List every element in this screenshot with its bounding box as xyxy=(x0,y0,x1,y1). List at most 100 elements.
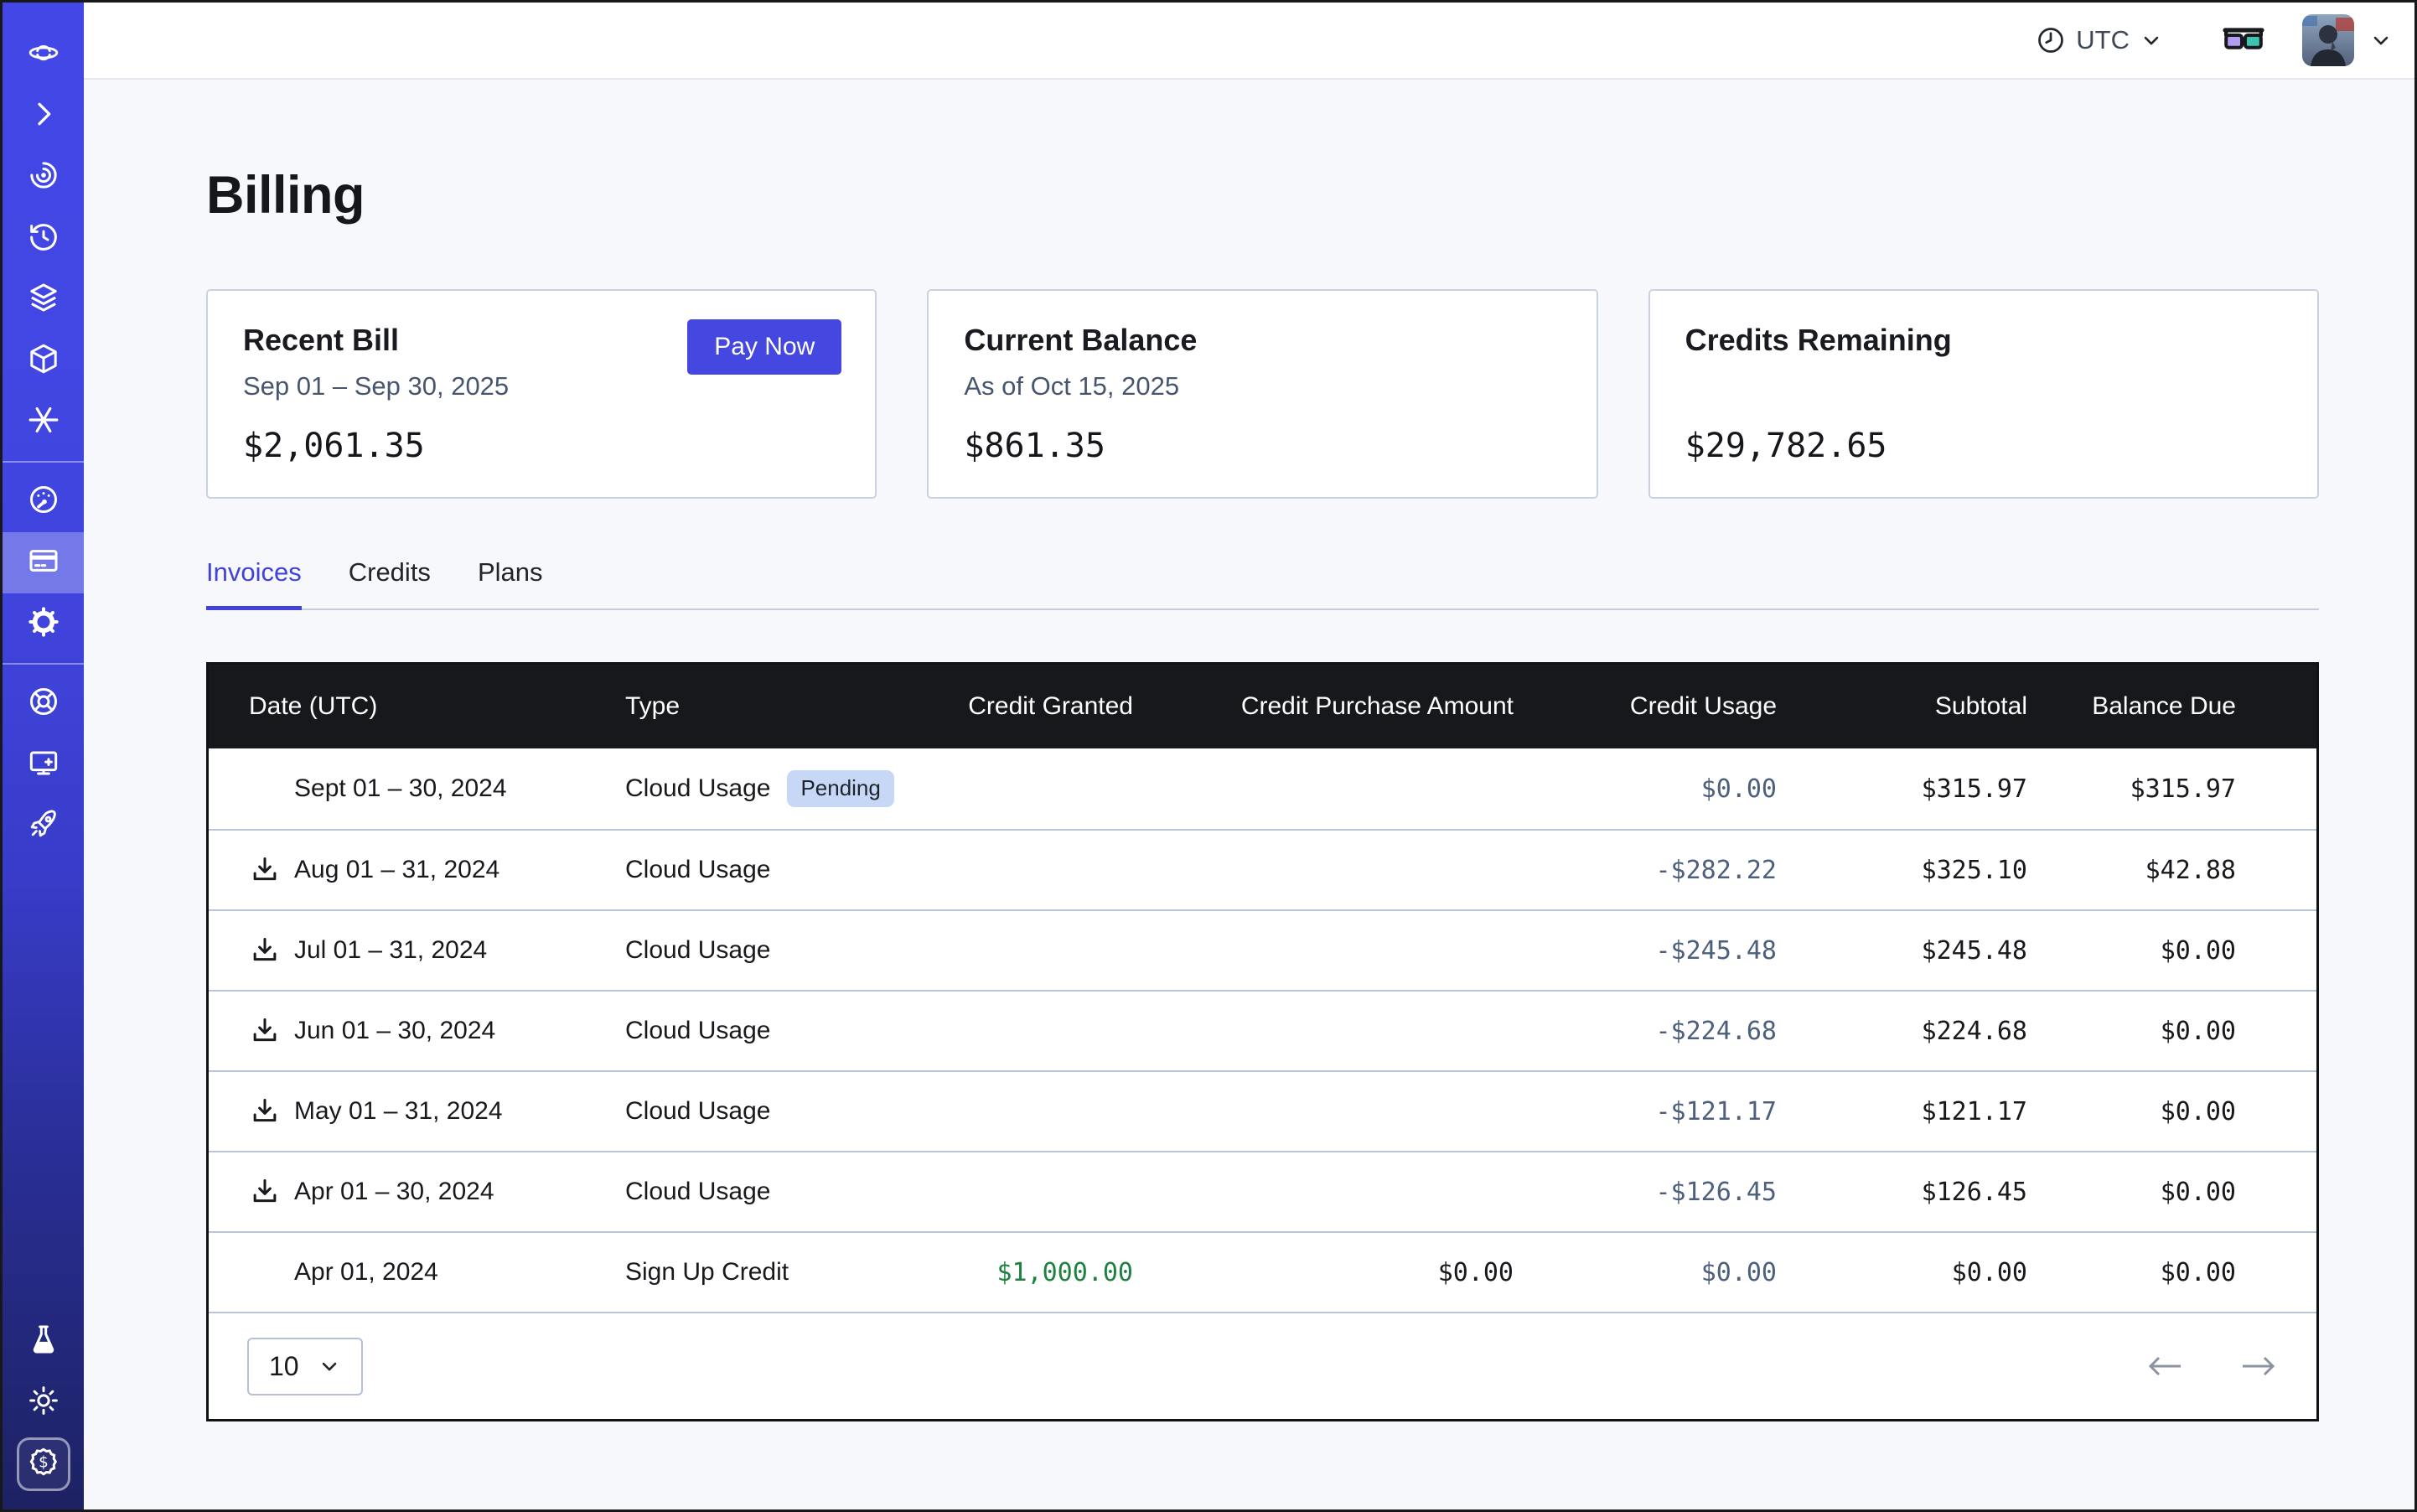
user-photo xyxy=(2302,14,2354,66)
cell-subtotal: $0.00 xyxy=(1777,1258,2027,1287)
col-credit-purchase: Credit Purchase Amount xyxy=(1133,692,1514,721)
cell-date: Apr 01, 2024 xyxy=(294,1258,438,1287)
gear-icon xyxy=(27,605,60,643)
sidebar-item-billing[interactable] xyxy=(3,532,84,593)
billing-tabs: Invoices Credits Plans xyxy=(206,557,2319,610)
cell-type: Cloud Usage xyxy=(625,1017,770,1045)
sidebar-divider xyxy=(3,663,84,665)
sidebar-item-package[interactable] xyxy=(3,330,84,391)
credits-button[interactable]: $ xyxy=(17,1437,70,1491)
cell-balance-due: $0.00 xyxy=(2027,1258,2316,1287)
sidebar-item-console[interactable] xyxy=(3,734,84,795)
dollar-coin-icon: $ xyxy=(27,1445,60,1483)
download-invoice-button[interactable] xyxy=(249,935,281,966)
cell-credit-usage: -$282.22 xyxy=(1514,856,1777,885)
sidebar-item-asterisk[interactable] xyxy=(3,391,84,453)
table-header-row: Date (UTC) Type Credit Granted Credit Pu… xyxy=(209,665,2316,748)
content: Billing Recent Bill Sep 01 – Sep 30, 202… xyxy=(84,80,2414,1509)
table-row: Apr 01 – 30, 2024 Cloud Usage -$126.45 $… xyxy=(209,1151,2316,1231)
tab-credits[interactable]: Credits xyxy=(349,557,431,610)
cell-date: May 01 – 31, 2024 xyxy=(294,1097,503,1126)
arrow-left-icon xyxy=(2145,1352,2184,1380)
cell-subtotal: $121.17 xyxy=(1777,1097,2027,1126)
cell-balance-due: $42.88 xyxy=(2027,856,2316,885)
svg-text:$: $ xyxy=(39,1454,49,1472)
cell-date: Jul 01 – 31, 2024 xyxy=(294,936,487,965)
timezone-dropdown[interactable]: UTC xyxy=(2036,25,2163,55)
3d-glasses-icon xyxy=(2222,23,2265,57)
download-invoice-button[interactable] xyxy=(249,1095,281,1127)
card-subtitle: As of Oct 15, 2025 xyxy=(964,371,1560,401)
cell-date: Sept 01 – 30, 2024 xyxy=(294,774,507,803)
cell-date: Jun 01 – 30, 2024 xyxy=(294,1017,495,1045)
lifebuoy-icon xyxy=(27,685,60,722)
sidebar-item-usage[interactable] xyxy=(3,471,84,532)
sidebar-item-launch[interactable] xyxy=(3,795,84,857)
cell-balance-due: $0.00 xyxy=(2027,936,2316,966)
sidebar-item-layers[interactable] xyxy=(3,269,84,330)
radar-icon xyxy=(27,158,60,196)
card-title: Credits Remaining xyxy=(1685,323,2282,358)
sidebar-item-theme[interactable] xyxy=(3,1372,84,1433)
table-row: Sept 01 – 30, 2024 Cloud UsagePending $0… xyxy=(209,748,2316,829)
cell-type: Cloud Usage xyxy=(625,936,770,965)
sidebar-item-support[interactable] xyxy=(3,673,84,734)
download-invoice-button[interactable] xyxy=(249,1176,281,1208)
user-menu-button[interactable] xyxy=(2369,28,2393,52)
col-balance-due: Balance Due xyxy=(2027,692,2316,721)
tab-plans[interactable]: Plans xyxy=(478,557,543,610)
cell-balance-due: $0.00 xyxy=(2027,1178,2316,1207)
next-page-button[interactable] xyxy=(2239,1352,2278,1380)
recent-bill-card: Recent Bill Sep 01 – Sep 30, 2025 $2,061… xyxy=(206,289,877,499)
sidebar-item-labs[interactable] xyxy=(3,1311,84,1372)
sidebar-item-expand[interactable] xyxy=(3,85,84,147)
cell-date: Aug 01 – 31, 2024 xyxy=(294,856,499,884)
previous-page-button[interactable] xyxy=(2145,1352,2184,1380)
sidebar-item-logo[interactable] xyxy=(3,24,84,85)
cell-subtotal: $315.97 xyxy=(1777,774,2027,804)
page-size-select[interactable]: 10 xyxy=(247,1338,363,1395)
download-invoice-button[interactable] xyxy=(249,854,281,886)
cell-credit-usage: -$224.68 xyxy=(1514,1017,1777,1046)
3d-glasses-button[interactable] xyxy=(2222,23,2265,57)
timezone-label: UTC xyxy=(2076,25,2130,55)
table-pagination: 10 xyxy=(209,1312,2316,1419)
cell-balance-due: $315.97 xyxy=(2027,774,2316,804)
cell-balance-due: $0.00 xyxy=(2027,1017,2316,1046)
download-invoice-button[interactable] xyxy=(249,1015,281,1047)
clock-icon xyxy=(2036,25,2066,55)
cell-credit-usage: -$126.45 xyxy=(1514,1178,1777,1207)
col-date: Date (UTC) xyxy=(209,692,625,721)
cell-credit-usage: $0.00 xyxy=(1514,1258,1777,1287)
card-title: Current Balance xyxy=(964,323,1560,358)
logo-planet-icon xyxy=(27,36,60,74)
credits-remaining-card: Credits Remaining $29,782.65 xyxy=(1648,289,2319,499)
invoices-table: Date (UTC) Type Credit Granted Credit Pu… xyxy=(206,662,2319,1421)
sidebar-item-history[interactable] xyxy=(3,208,84,269)
sidebar-item-settings[interactable] xyxy=(3,593,84,655)
sidebar-item-observe[interactable] xyxy=(3,147,84,208)
cell-credit-usage: -$245.48 xyxy=(1514,936,1777,966)
credits-remaining-amount: $29,782.65 xyxy=(1685,427,2282,465)
sun-icon xyxy=(27,1384,60,1421)
tab-invoices[interactable]: Invoices xyxy=(206,557,302,610)
package-box-icon xyxy=(27,342,60,380)
col-credit-usage: Credit Usage xyxy=(1514,692,1777,721)
sidebar-item-credits[interactable]: $ xyxy=(3,1433,84,1494)
cell-subtotal: $224.68 xyxy=(1777,1017,2027,1046)
chevron-down-icon xyxy=(2369,28,2393,52)
main-area: UTC Billing Recent Bill Sep 01 – Sep 30,… xyxy=(84,3,2414,1509)
table-row: Aug 01 – 31, 2024 Cloud Usage -$282.22 $… xyxy=(209,829,2316,909)
user-avatar[interactable] xyxy=(2302,14,2354,66)
page-size-value: 10 xyxy=(269,1351,299,1382)
arrow-right-icon xyxy=(2239,1352,2278,1380)
cell-type: Cloud Usage xyxy=(625,856,770,884)
sidebar-spacer xyxy=(3,857,84,1311)
recent-bill-amount: $2,061.35 xyxy=(243,427,840,465)
table-row: Jul 01 – 31, 2024 Cloud Usage -$245.48 $… xyxy=(209,909,2316,990)
billing-card-icon xyxy=(27,544,60,582)
cell-credit-granted: $1,000.00 xyxy=(927,1258,1133,1287)
pay-now-button[interactable]: Pay Now xyxy=(687,319,841,375)
table-row: Jun 01 – 30, 2024 Cloud Usage -$224.68 $… xyxy=(209,990,2316,1070)
current-balance-amount: $861.35 xyxy=(964,427,1560,465)
